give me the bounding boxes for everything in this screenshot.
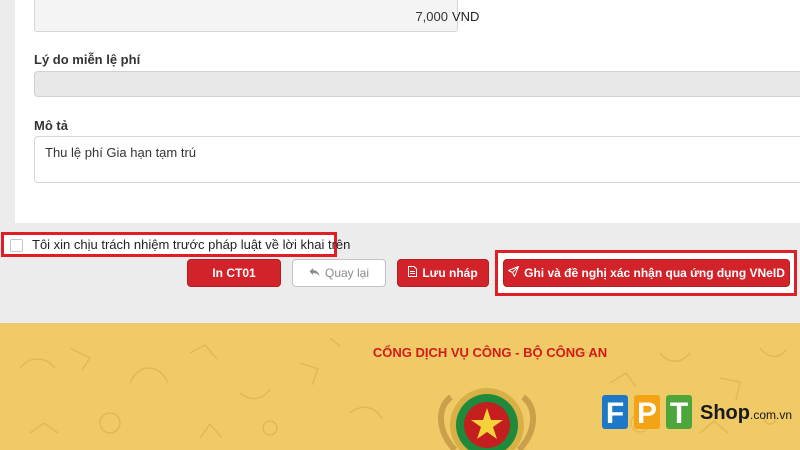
svg-text:T: T (670, 397, 688, 430)
save-draft-label: Lưu nháp (422, 266, 478, 280)
confirm-text: Tôi xin chịu trách nhiệm trước pháp luật… (32, 237, 351, 252)
submit-vneid-button[interactable]: Ghi và đề nghị xác nhận qua ứng dụng VNe… (503, 259, 790, 287)
paper-plane-icon (508, 266, 520, 280)
reason-field[interactable] (34, 71, 800, 97)
fee-unit-label: VND (452, 9, 480, 24)
svg-text:.com.vn: .com.vn (750, 408, 792, 422)
submit-vneid-label: Ghi và đề nghị xác nhận qua ứng dụng VNe… (524, 266, 785, 280)
fee-amount-field[interactable]: 7,000 (34, 0, 458, 32)
form-card: 7,000 VND Lý do miễn lệ phí Mô tả Thu lệ… (15, 0, 800, 223)
fptshop-watermark: F P T Shop .com.vn (602, 395, 792, 430)
print-ct01-button[interactable]: In CT01 (187, 259, 281, 287)
confirm-checkbox[interactable] (10, 239, 23, 252)
svg-text:Shop: Shop (700, 402, 750, 424)
description-label: Mô tả (34, 118, 68, 133)
back-button[interactable]: Quay lại (292, 259, 386, 287)
portal-footer: CỔNG DỊCH VỤ CÔNG - BỘ CÔNG AN F P T Sho… (0, 323, 800, 450)
print-ct01-label: In CT01 (212, 266, 256, 280)
description-field[interactable]: Thu lệ phí Gia hạn tạm trú (34, 136, 800, 183)
document-icon (408, 266, 418, 280)
confirm-highlight: Tôi xin chịu trách nhiệm trước pháp luật… (1, 232, 350, 257)
portal-title: CỔNG DỊCH VỤ CÔNG - BỘ CÔNG AN (372, 345, 608, 360)
police-emblem-icon (437, 388, 537, 450)
reason-label: Lý do miễn lệ phí (34, 52, 141, 67)
save-draft-button[interactable]: Lưu nháp (397, 259, 489, 287)
svg-text:F: F (606, 397, 624, 430)
undo-arrow-icon (309, 266, 320, 280)
back-label: Quay lại (324, 266, 370, 280)
svg-text:P: P (637, 397, 657, 430)
